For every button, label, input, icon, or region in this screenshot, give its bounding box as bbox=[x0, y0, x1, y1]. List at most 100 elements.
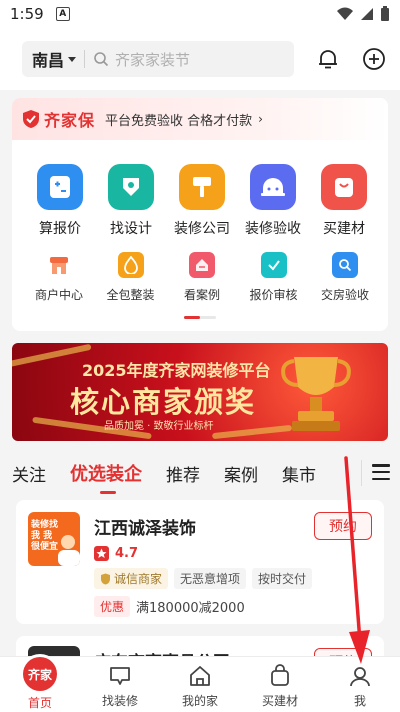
guarantee-text: 平台免费验收 合格才付款 bbox=[105, 113, 253, 129]
company-name[interactable]: 江西诚泽装饰 bbox=[94, 514, 196, 539]
nav-label: 找装修 bbox=[101, 694, 138, 708]
trophy-icon bbox=[281, 357, 351, 431]
page-indicator bbox=[184, 316, 216, 319]
tag-no-extra-fees: 无恶意增项 bbox=[174, 568, 247, 589]
bottom-navigation: 齐家 首页 找装修 我的家 买建材 我 bbox=[0, 656, 400, 712]
tab-follow[interactable]: 关注 bbox=[12, 461, 46, 486]
service-quote-review[interactable]: 报价审核 bbox=[241, 252, 307, 303]
service-label: 找设计 bbox=[110, 221, 152, 237]
wifi-icon bbox=[337, 7, 353, 20]
promo-banner[interactable]: 2025年度齐家网装修平台 核心商家颁奖 品质加冕 · 致敬行业标杆 bbox=[12, 343, 388, 441]
service-label: 全包整装 bbox=[106, 288, 155, 302]
nav-my-home[interactable]: 我的家 bbox=[160, 657, 240, 712]
status-bar: 1:59 A bbox=[0, 0, 400, 28]
tab-recommended[interactable]: 推荐 bbox=[166, 461, 200, 486]
case-icon bbox=[189, 252, 215, 278]
bell-icon[interactable] bbox=[316, 47, 340, 71]
service-label: 看案例 bbox=[183, 288, 220, 302]
calculator-icon bbox=[37, 164, 83, 210]
discount-text: 满180000减2000 bbox=[136, 601, 245, 616]
chevron-right-icon: › bbox=[258, 112, 263, 126]
chat-icon bbox=[107, 663, 133, 689]
tag-on-time: 按时交付 bbox=[252, 568, 313, 589]
star-icon bbox=[94, 546, 109, 561]
service-quote[interactable]: 算报价 bbox=[30, 164, 90, 238]
services-card: 齐家保 平台免费验收 合格才付款 › 算报价 找设计 装修公司 装修验收 买建材… bbox=[12, 98, 388, 331]
tab-market[interactable]: 集市 bbox=[282, 461, 316, 486]
search-icon bbox=[94, 52, 109, 67]
nav-label: 我的家 bbox=[181, 694, 218, 708]
service-company[interactable]: 装修公司 bbox=[172, 164, 232, 238]
person-illustration bbox=[58, 535, 80, 566]
menu-icon[interactable] bbox=[372, 464, 390, 480]
service-handover-inspection[interactable]: 交房验收 bbox=[312, 252, 378, 303]
discount-badge: 优惠 bbox=[94, 596, 131, 617]
nav-me[interactable]: 我 bbox=[320, 657, 400, 712]
promo-headline: 核心商家颁奖 bbox=[70, 385, 257, 419]
search-bar[interactable]: 南昌 齐家家装节 bbox=[22, 41, 294, 77]
design-icon bbox=[108, 164, 154, 210]
add-circle-icon[interactable] bbox=[362, 47, 386, 71]
battery-icon bbox=[381, 6, 389, 21]
header: 南昌 齐家家装节 bbox=[0, 28, 400, 90]
discount-info: 优惠 满180000减2000 bbox=[94, 596, 245, 617]
signal-icon bbox=[361, 8, 373, 20]
service-cases[interactable]: 看案例 bbox=[169, 252, 235, 303]
service-design[interactable]: 找设计 bbox=[101, 164, 161, 238]
service-label: 交房验收 bbox=[320, 288, 369, 302]
company-rating: 4.7 bbox=[94, 546, 138, 561]
service-label: 装修验收 bbox=[245, 221, 301, 237]
service-label: 报价审核 bbox=[249, 288, 298, 302]
shield-check-icon bbox=[101, 573, 110, 584]
service-materials[interactable]: 买建材 bbox=[314, 164, 374, 238]
service-inspection[interactable]: 装修验收 bbox=[243, 164, 303, 238]
tag-label: 诚信商家 bbox=[114, 572, 163, 586]
promo-subtitle: 品质加冕 · 致敬行业标杆 bbox=[104, 421, 214, 432]
search-divider bbox=[84, 50, 86, 68]
tab-divider bbox=[361, 460, 362, 486]
service-label: 装修公司 bbox=[174, 221, 230, 237]
shield-icon bbox=[23, 110, 39, 128]
company-logo: 装修找我 我很便宜 bbox=[28, 512, 80, 566]
nav-buy-materials[interactable]: 买建材 bbox=[240, 657, 320, 712]
shopping-bag-icon bbox=[321, 164, 367, 210]
category-tabs: 关注 优选装企 推荐 案例 集市 bbox=[0, 452, 400, 494]
company-tags: 诚信商家 无恶意增项 按时交付 bbox=[94, 568, 313, 589]
paint-roller-icon bbox=[179, 164, 225, 210]
primary-services: 算报价 找设计 装修公司 装修验收 买建材 bbox=[12, 140, 388, 238]
status-time: 1:59 bbox=[10, 5, 44, 23]
notification-icon: A bbox=[55, 7, 70, 21]
nav-home[interactable]: 齐家 首页 bbox=[0, 657, 80, 712]
service-label: 买建材 bbox=[323, 221, 365, 237]
promo-title: 2025年度齐家网装修平台 bbox=[82, 361, 271, 380]
rating-value: 4.7 bbox=[115, 546, 139, 561]
search-house-icon bbox=[332, 252, 358, 278]
chevron-down-icon[interactable] bbox=[68, 56, 77, 62]
nav-label: 买建材 bbox=[261, 694, 298, 708]
guarantee-banner[interactable]: 齐家保 平台免费验收 合格才付款 › bbox=[12, 98, 388, 140]
secondary-services: 商户中心 全包整装 看案例 报价审核 交房验收 bbox=[12, 238, 388, 303]
tag-trusted: 诚信商家 bbox=[94, 568, 169, 589]
service-label: 商户中心 bbox=[34, 288, 83, 302]
nav-find-renovation[interactable]: 找装修 bbox=[80, 657, 160, 712]
service-merchant-center[interactable]: 商户中心 bbox=[26, 252, 92, 303]
tab-preferred-companies[interactable]: 优选装企 bbox=[70, 460, 142, 494]
search-input[interactable]: 齐家家装节 bbox=[115, 49, 190, 70]
guarantee-brand: 齐家保 bbox=[44, 111, 96, 130]
city-selector[interactable]: 南昌 bbox=[32, 47, 64, 71]
nav-label: 首页 bbox=[27, 696, 52, 710]
service-label: 算报价 bbox=[39, 221, 81, 237]
house-icon bbox=[187, 663, 213, 689]
service-full-package[interactable]: 全包整装 bbox=[98, 252, 164, 303]
tab-cases[interactable]: 案例 bbox=[224, 461, 258, 486]
bag-icon bbox=[267, 663, 293, 689]
company-card[interactable]: 装修找我 我很便宜 江西诚泽装饰 预约 4.7 诚信商家 无恶意增项 按时交付 … bbox=[16, 500, 384, 624]
check-icon bbox=[260, 252, 287, 278]
flame-icon bbox=[117, 252, 144, 278]
user-icon bbox=[347, 663, 373, 689]
home-icon: 齐家 bbox=[23, 657, 57, 691]
helmet-icon bbox=[250, 164, 296, 210]
status-icons bbox=[336, 6, 390, 22]
store-icon bbox=[46, 252, 72, 278]
appointment-button[interactable]: 预约 bbox=[314, 512, 372, 540]
